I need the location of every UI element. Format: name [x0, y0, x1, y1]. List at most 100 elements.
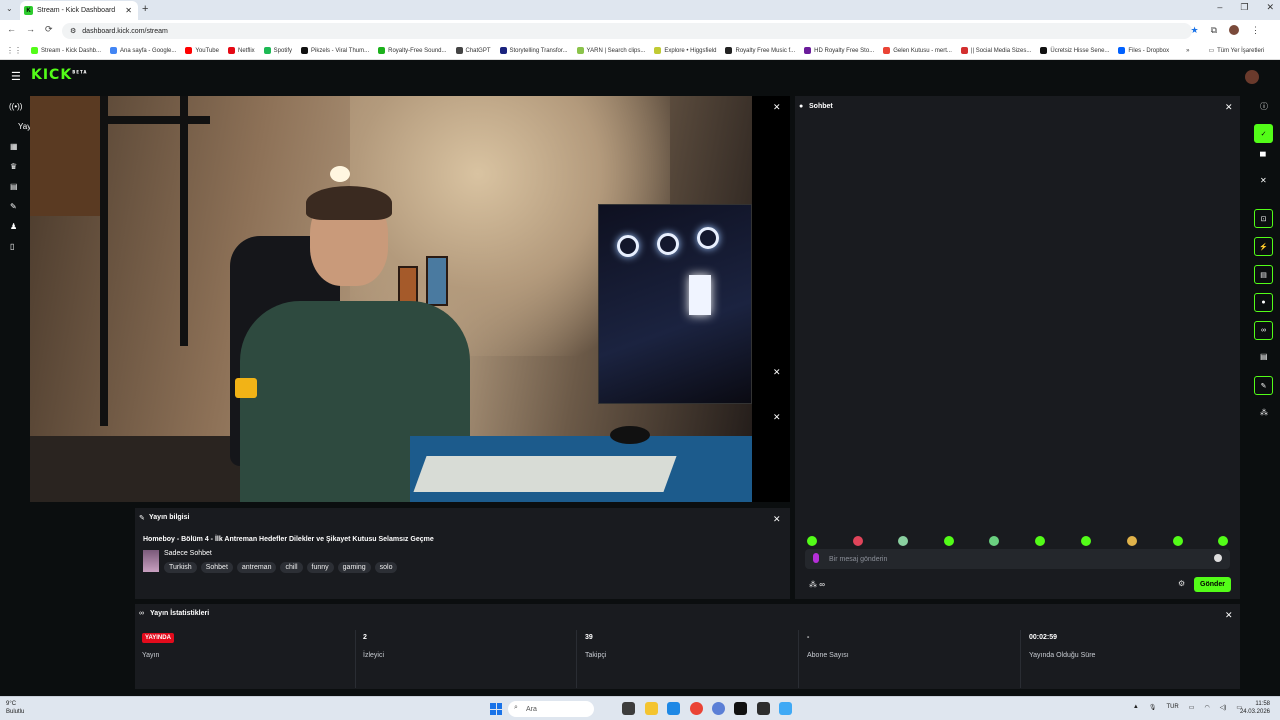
emote-icon[interactable] [1173, 536, 1183, 546]
calculator-icon[interactable] [779, 702, 792, 715]
close-info-icon[interactable]: ✕ [773, 514, 781, 525]
bookmark-item[interactable]: YARN | Search clips... [576, 47, 645, 54]
team-icon[interactable]: ♟ [10, 222, 17, 231]
taskbar-clock[interactable]: 11:58 24.03.2026 [1240, 700, 1270, 716]
start-button[interactable] [490, 703, 502, 715]
layout-icon[interactable]: ▀ [1260, 152, 1266, 161]
wifi-icon[interactable]: ◠ [1204, 704, 1209, 711]
link-icon[interactable]: ∞ [1254, 321, 1273, 340]
weather-widget[interactable]: 9°C Bulutlu [6, 700, 24, 716]
bookmark-item[interactable]: Ücretsiz Hisse Sene... [1040, 47, 1109, 54]
bookmark-item[interactable]: Stream - Kick Dashb... [31, 47, 101, 54]
close-rail-icon[interactable]: ✕ [1260, 176, 1267, 185]
new-tab-button[interactable]: + [142, 3, 148, 15]
extensions-icon[interactable]: ⧉ [1211, 25, 1217, 36]
emote-icon[interactable] [989, 536, 999, 546]
bookmark-item[interactable]: Royalty Free Music f... [725, 47, 795, 54]
volume-icon[interactable]: ◁) [1220, 704, 1227, 711]
microphone-icon[interactable] [813, 553, 819, 563]
category-thumbnail[interactable] [143, 550, 159, 572]
tag[interactable]: antreman [236, 562, 277, 573]
emote-icon[interactable] [807, 536, 817, 546]
tag[interactable]: funny [306, 562, 334, 573]
close-panel-icon[interactable]: ✕ [773, 412, 781, 423]
document-icon[interactable]: ▯ [10, 242, 14, 251]
tag[interactable]: Turkish [164, 562, 197, 573]
user-avatar[interactable] [1245, 70, 1259, 84]
app-icon[interactable] [667, 702, 680, 715]
emote-icon[interactable] [898, 536, 908, 546]
language-indicator[interactable]: TUR [1166, 704, 1178, 711]
profile-avatar[interactable] [1229, 25, 1239, 35]
hamburger-menu-icon[interactable]: ☰ [11, 70, 21, 83]
forward-icon[interactable]: → [26, 24, 35, 35]
emote-icon[interactable] [1218, 536, 1228, 546]
chat-extras-icon[interactable]: ⁂ ∞ [809, 580, 825, 589]
close-window-icon[interactable]: ✕ [1266, 2, 1274, 13]
obs-icon[interactable] [757, 702, 770, 715]
dashboard-icon[interactable]: ▦ [10, 142, 18, 151]
menu-icon[interactable]: ⋮ [1251, 25, 1260, 36]
emote-icon[interactable] [1035, 536, 1045, 546]
check-icon[interactable]: ✓ [1254, 124, 1273, 143]
bookmark-item[interactable]: Explore • Higgsfield [654, 47, 716, 54]
broadcast-icon[interactable]: ((•)) [9, 102, 22, 111]
site-info-icon[interactable]: ⚙ [70, 27, 76, 35]
emote-icon[interactable] [1081, 536, 1091, 546]
bookmark-item[interactable]: || Social Media Sizes... [960, 47, 1031, 54]
bookmark-item[interactable]: Pikzels - Viral Thum... [301, 47, 369, 54]
kick-logo[interactable]: KICKBETA [31, 67, 87, 83]
taskbar-search[interactable]: ⌕ Ara [508, 701, 594, 717]
all-bookmarks-folder[interactable]: ▭ Tüm Yer İşaretleri [1208, 47, 1264, 55]
tray-chevron-icon[interactable]: ▲ [1133, 704, 1139, 711]
send-button[interactable]: Gönder [1194, 577, 1231, 592]
app-icon[interactable] [712, 702, 725, 715]
url-field[interactable]: ⚙ dashboard.kick.com/stream [62, 23, 1192, 39]
tag[interactable]: gaming [337, 562, 371, 573]
bookmark-item[interactable]: Ana sayfa - Google... [110, 47, 176, 54]
bookmark-item[interactable]: Files - Dropbox [1118, 47, 1169, 54]
emote-icon[interactable] [1127, 536, 1137, 546]
clipboard-icon[interactable]: ▤ [1254, 265, 1273, 284]
bookmark-item[interactable]: Gelen Kutusu - mert... [883, 47, 952, 54]
close-tab-icon[interactable]: ✕ [125, 6, 132, 15]
emote-icon[interactable] [853, 536, 863, 546]
focus-icon[interactable]: ⊡ [1254, 209, 1273, 228]
chat-bubble-icon[interactable]: ● [1254, 293, 1273, 312]
stream-video-preview[interactable] [30, 96, 752, 502]
chat-message-input[interactable]: Bir mesaj gönderin [805, 549, 1230, 569]
close-panel-icon[interactable]: ✕ [773, 367, 781, 378]
apps-grid-icon[interactable]: ⋮⋮ [6, 46, 22, 55]
microphone-icon[interactable]: 🎙 [1149, 704, 1157, 711]
task-view-icon[interactable] [622, 702, 635, 715]
stream-title[interactable]: Homeboy - Bölüm 4 - İlk Antreman Hedefle… [143, 536, 434, 543]
emote-icon[interactable] [944, 536, 954, 546]
info-icon[interactable]: ⓘ [1260, 101, 1268, 112]
tools-icon[interactable]: ✎ [10, 202, 17, 211]
browser-tab[interactable]: K Stream - Kick Dashboard ✕ [20, 1, 138, 20]
lightning-icon[interactable]: ⚡ [1254, 237, 1273, 256]
more-bookmarks-icon[interactable]: » [1186, 48, 1189, 54]
bookmark-item[interactable]: Royalty-Free Sound... [378, 47, 447, 54]
minimize-icon[interactable]: – [1217, 2, 1222, 13]
bookmark-item[interactable]: Netflix [227, 47, 255, 54]
chat-settings-icon[interactable]: ⚙ [1178, 579, 1185, 588]
bookmark-item[interactable]: ChatGPT [455, 47, 491, 54]
emoji-icon[interactable] [1214, 554, 1222, 562]
bookmark-star-icon[interactable]: ★ [1190, 25, 1198, 36]
close-video-panel-icon[interactable]: ✕ [773, 102, 781, 113]
close-chat-icon[interactable]: ✕ [1225, 102, 1233, 113]
display-icon[interactable]: ▭ [1189, 704, 1195, 711]
trophy-icon[interactable]: ♛ [10, 162, 17, 171]
back-icon[interactable]: ← [7, 24, 16, 35]
bookmark-item[interactable]: YouTube [185, 47, 219, 54]
terminal-icon[interactable] [734, 702, 747, 715]
wrench-icon[interactable]: ✎ [1254, 376, 1273, 395]
bookmark-item[interactable]: HD Royalty Free Sto... [804, 47, 874, 54]
file-explorer-icon[interactable] [645, 702, 658, 715]
tag[interactable]: solo [374, 562, 398, 573]
media-icon[interactable]: ▤ [10, 182, 18, 191]
restore-icon[interactable]: ❐ [1240, 2, 1248, 13]
tag[interactable]: Sohbet [200, 562, 233, 573]
chrome-icon[interactable] [690, 702, 703, 715]
